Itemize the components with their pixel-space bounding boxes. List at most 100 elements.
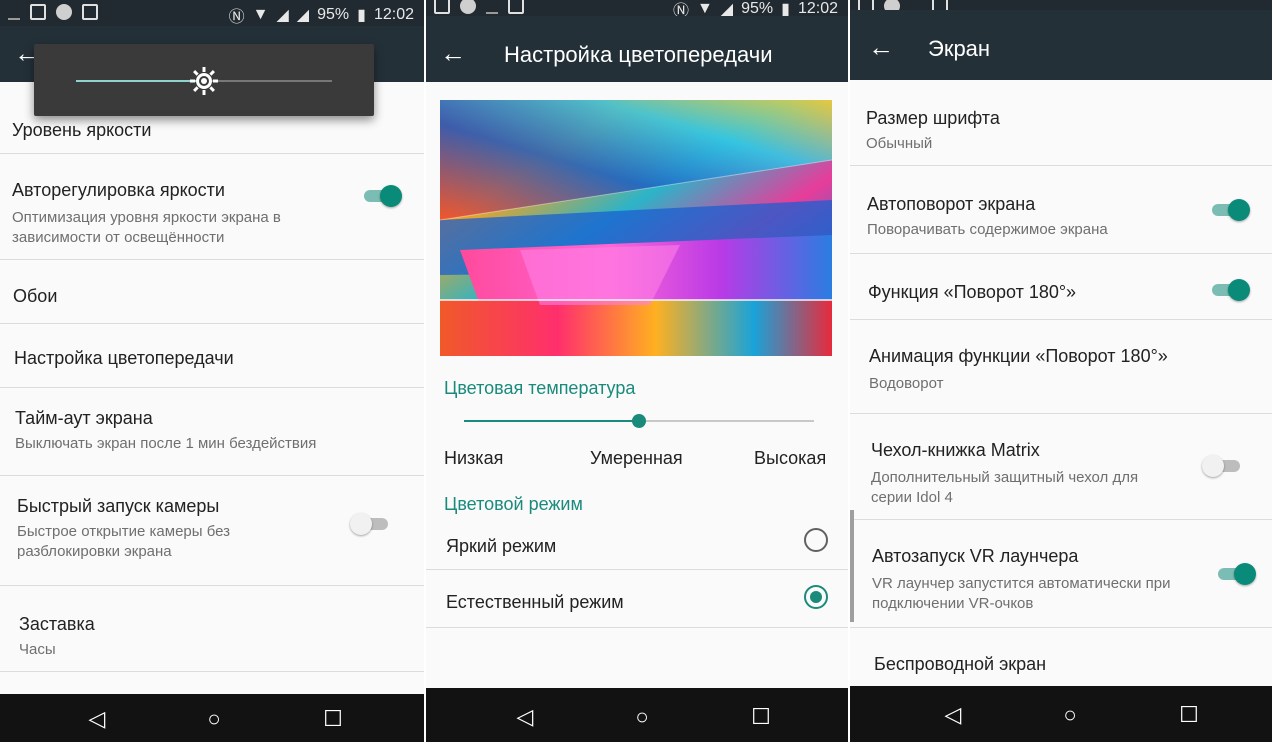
rotate-180-toggle[interactable]: [1210, 279, 1250, 301]
wifi-icon: ▼: [252, 6, 269, 23]
color-temperature-slider-thumb[interactable]: [632, 414, 646, 428]
navigation-bar: ◁ ○ ☐: [426, 688, 848, 742]
list-item-quick-camera[interactable]: Быстрый запуск камеры Быстрое открытие к…: [0, 476, 424, 586]
clipboard-icon: [508, 0, 524, 14]
list-item-auto-rotate[interactable]: Автоповорот экрана Поворачивать содержим…: [850, 166, 1272, 254]
radio-button-natural[interactable]: [804, 585, 828, 609]
navigation-bar: ◁ ○ ☐: [850, 686, 1272, 742]
item-title: Автозапуск VR лаунчера: [872, 546, 1079, 566]
flip-cover-toggle[interactable]: [1202, 455, 1242, 477]
navigation-bar: ◁ ○ ☐: [0, 694, 424, 742]
screen-display-settings-brightness: Ⓝ ▼ ◢ ◢ 95% ▮ 12:02 ← Уровень яркости Ав…: [0, 0, 424, 742]
settings-list: Размер шрифта Обычный Автоповорот экрана…: [850, 80, 1272, 698]
list-item-vr-launcher[interactable]: Автозапуск VR лаунчера VR лаунчер запуст…: [850, 520, 1272, 628]
auto-brightness-toggle[interactable]: [362, 185, 402, 207]
color-preview-image: [440, 100, 832, 356]
gallery-icon: [434, 0, 450, 14]
quick-camera-toggle[interactable]: [350, 513, 390, 535]
scrollbar[interactable]: [850, 510, 854, 622]
vr-launcher-toggle[interactable]: [1216, 563, 1256, 585]
nav-back-icon[interactable]: ◁: [938, 700, 968, 730]
nfc-icon: Ⓝ: [228, 9, 245, 26]
gallery-icon: [30, 4, 46, 20]
item-subtitle: Оптимизация уровня яркости экрана в зави…: [12, 209, 281, 246]
battery-percent: 95%: [317, 6, 350, 23]
color-temperature-slider[interactable]: [464, 414, 814, 428]
list-item-color-settings[interactable]: Настройка цветопередачи: [0, 324, 424, 388]
list-item-rotate-180[interactable]: Функция «Поворот 180°»: [850, 254, 1272, 320]
list-item-screen-timeout[interactable]: Тайм-аут экрана Выключать экран после 1 …: [0, 388, 424, 476]
temp-label-medium: Умеренная: [590, 448, 683, 468]
item-title: Настройка цветопередачи: [14, 348, 234, 368]
nav-recents-icon[interactable]: ☐: [1174, 700, 1204, 730]
screen-display: ← Экран Размер шрифта Обычный Автоповоро…: [848, 0, 1272, 742]
list-item-auto-brightness[interactable]: Авторегулировка яркости Оптимизация уров…: [0, 154, 424, 260]
app-bar: ← Настройка цветопередачи: [426, 16, 848, 82]
settings-list: Уровень яркости Авторегулировка яркости …: [0, 82, 424, 672]
back-arrow-icon[interactable]: ←: [440, 38, 470, 68]
item-subtitle: VR лаунчер запустится автоматически при …: [872, 575, 1171, 612]
list-item-flip-cover[interactable]: Чехол-книжка Matrix Дополнительный защит…: [850, 414, 1272, 520]
nav-home-icon[interactable]: ○: [1055, 700, 1085, 730]
item-title: Чехол-книжка Matrix: [871, 440, 1040, 460]
option-label: Яркий режим: [446, 536, 557, 556]
radio-button-vivid[interactable]: [804, 528, 828, 552]
list-item-font-size[interactable]: Размер шрифта Обычный: [850, 80, 1272, 166]
item-subtitle: Часы: [19, 641, 56, 658]
signal-icon: ◢: [276, 7, 289, 24]
item-title: Заставка: [19, 614, 95, 634]
nav-home-icon[interactable]: ○: [199, 704, 229, 734]
color-mode-option-natural[interactable]: Естественный режим: [426, 570, 848, 628]
download-icon: [8, 4, 20, 20]
color-temperature-heading: Цветовая температура: [444, 378, 636, 398]
auto-rotate-toggle[interactable]: [1210, 199, 1250, 221]
app-bar: ← Экран: [850, 10, 1272, 80]
item-title: Анимация функции «Поворот 180°»: [869, 346, 1168, 366]
notification-icon: [460, 0, 476, 14]
item-title: Авторегулировка яркости: [12, 180, 225, 200]
color-temperature-slider-fill: [464, 420, 639, 422]
status-bar: Ⓝ ▼ ◢ ◢ 95% ▮ 12:02: [0, 0, 424, 26]
item-subtitle: Выключать экран после 1 мин бездействия: [15, 435, 317, 452]
back-arrow-icon[interactable]: ←: [868, 32, 898, 62]
page-title: Экран: [928, 36, 991, 61]
item-title: Автоповорот экрана: [867, 194, 1036, 214]
nav-back-icon[interactable]: ◁: [82, 704, 112, 734]
item-subtitle: Поворачивать содержимое экрана: [867, 221, 1108, 238]
temp-label-low: Низкая: [444, 448, 504, 468]
nav-back-icon[interactable]: ◁: [510, 702, 540, 732]
item-title: Тайм-аут экрана: [15, 408, 153, 428]
nav-recents-icon[interactable]: ☐: [746, 702, 776, 732]
list-item-wallpaper[interactable]: Обои: [0, 260, 424, 324]
status-bar: [850, 0, 1272, 14]
item-subtitle: Быстрое открытие камеры без разблокировк…: [17, 523, 231, 560]
clock: 12:02: [373, 6, 414, 23]
list-item-rotate-animation[interactable]: Анимация функции «Поворот 180°» Водоворо…: [850, 320, 1272, 414]
item-subtitle: Обычный: [866, 135, 933, 152]
notification-icon: [56, 4, 72, 20]
brightness-sun-icon[interactable]: [189, 66, 219, 96]
item-title: Обои: [13, 286, 58, 306]
temp-label-high: Высокая: [754, 448, 827, 468]
item-title: Размер шрифта: [866, 108, 1000, 128]
item-title: Функция «Поворот 180°»: [868, 282, 1077, 302]
clipboard-icon: [82, 4, 98, 20]
color-mode-heading: Цветовой режим: [444, 494, 583, 514]
list-item-screensaver[interactable]: Заставка Часы: [0, 586, 424, 672]
download-icon: [486, 0, 498, 14]
item-title: Беспроводной экран: [874, 654, 1047, 674]
nav-home-icon[interactable]: ○: [627, 702, 657, 732]
status-bar: Ⓝ ▼ ◢ 95% ▮ 12:02: [426, 0, 848, 20]
nav-recents-icon[interactable]: ☐: [318, 704, 348, 734]
screen-color-settings: Ⓝ ▼ ◢ 95% ▮ 12:02 ← Настройка цветоперед…: [424, 0, 848, 742]
item-title: Быстрый запуск камеры: [17, 496, 220, 516]
item-subtitle: Водоворот: [869, 375, 944, 392]
color-mode-option-vivid[interactable]: Яркий режим: [426, 520, 848, 570]
brightness-slider-fill: [76, 80, 204, 82]
option-label: Естественный режим: [446, 592, 624, 612]
item-title: Уровень яркости: [12, 120, 152, 140]
page-title: Настройка цветопередачи: [504, 42, 773, 67]
battery-icon: ▮: [357, 7, 366, 24]
signal-icon: ◢: [296, 7, 310, 24]
item-subtitle: Дополнительный защитный чехол для серии …: [871, 469, 1139, 506]
